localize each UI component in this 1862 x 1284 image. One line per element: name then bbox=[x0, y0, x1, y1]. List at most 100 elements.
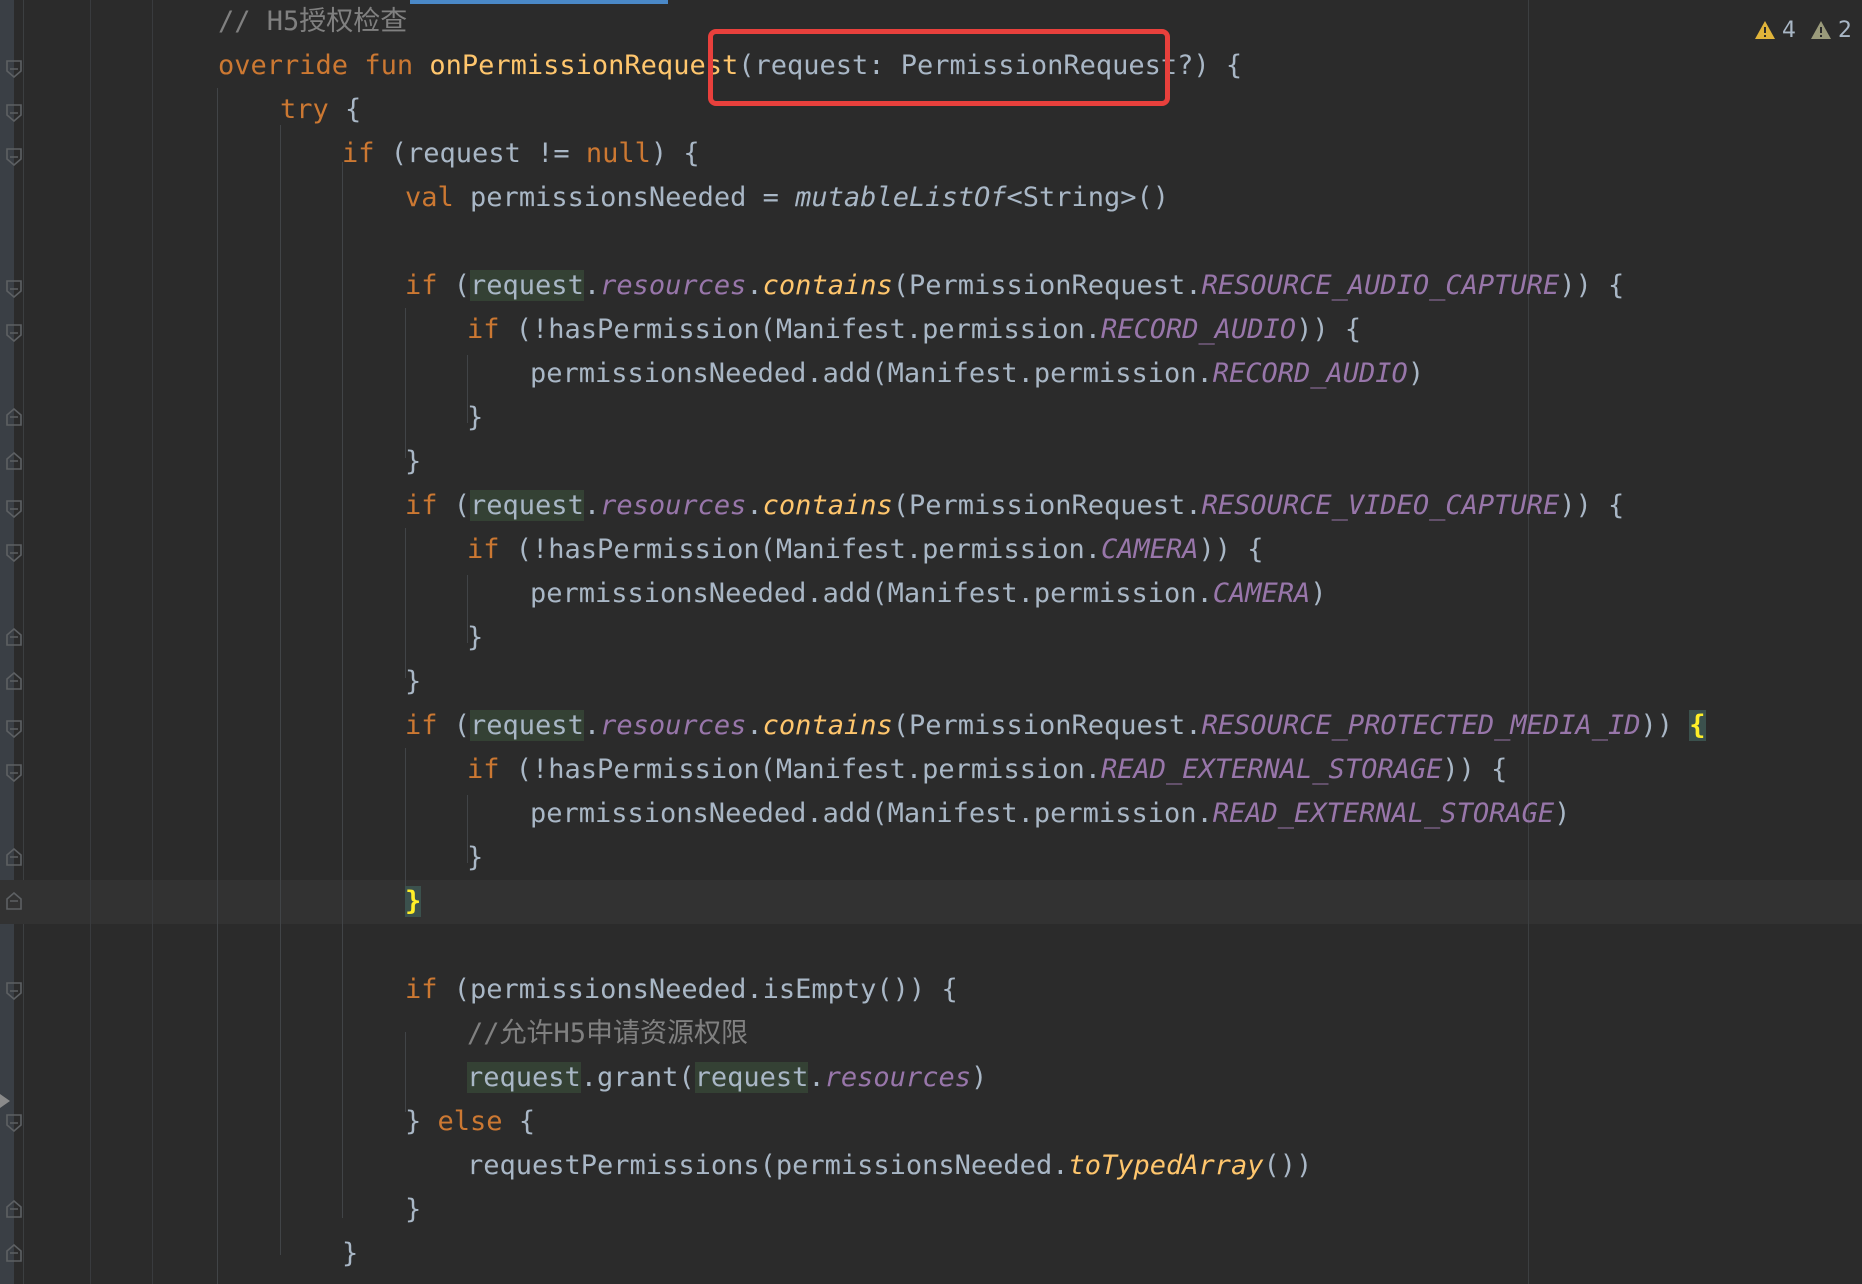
function-call: contains bbox=[762, 710, 893, 741]
code-line[interactable]: // H5授权检查 bbox=[218, 0, 407, 44]
constant: RECORD_AUDIO bbox=[1212, 358, 1408, 389]
fold-open-icon[interactable] bbox=[6, 982, 22, 1000]
indent-guide bbox=[405, 308, 406, 458]
code-line[interactable]: if (request.resources.contains(Permissio… bbox=[405, 704, 1706, 748]
keyword-if: if bbox=[405, 710, 438, 741]
constant: RESOURCE_VIDEO_CAPTURE bbox=[1201, 490, 1560, 521]
brace: } bbox=[405, 666, 422, 697]
fold-open-icon[interactable] bbox=[6, 280, 22, 298]
function-call: toTypedArray bbox=[1068, 1150, 1264, 1181]
fold-close-icon[interactable] bbox=[6, 848, 22, 866]
property: resources bbox=[600, 710, 747, 741]
code-text: } bbox=[405, 1106, 438, 1137]
fold-open-icon[interactable] bbox=[6, 544, 22, 562]
code-line[interactable]: permissionsNeeded.add(Manifest.permissio… bbox=[530, 572, 1327, 616]
keyword-if: if bbox=[467, 534, 500, 565]
code-line[interactable]: if (request.resources.contains(Permissio… bbox=[405, 264, 1624, 308]
code-text: permissionsNeeded = bbox=[470, 182, 796, 213]
variable-ref: request bbox=[470, 710, 584, 741]
code-line[interactable]: requestPermissions(permissionsNeeded.toT… bbox=[467, 1144, 1312, 1188]
code-line[interactable]: val permissionsNeeded = mutableListOf<St… bbox=[405, 176, 1169, 220]
function-call: mutableListOf bbox=[795, 182, 1007, 213]
brace: { bbox=[518, 1106, 536, 1137]
fold-close-icon[interactable] bbox=[6, 892, 22, 910]
fold-open-icon[interactable] bbox=[6, 148, 22, 166]
code-line[interactable]: } bbox=[342, 1232, 358, 1276]
code-text: )) { bbox=[1442, 754, 1508, 785]
keyword-if: if bbox=[405, 974, 438, 1005]
warnings-count: 4 bbox=[1782, 17, 1796, 43]
code-text: requestPermissions(permissionsNeeded. bbox=[467, 1150, 1069, 1181]
brace: { bbox=[345, 94, 362, 125]
fold-open-icon[interactable] bbox=[6, 104, 22, 122]
code-text: )) { bbox=[1559, 270, 1625, 301]
fold-open-icon[interactable] bbox=[6, 720, 22, 738]
keyword-override: override bbox=[218, 50, 349, 81]
code-line[interactable]: } bbox=[467, 616, 483, 660]
comment: //允许H5申请资源权限 bbox=[467, 1018, 749, 1049]
fold-open-icon[interactable] bbox=[6, 1114, 22, 1132]
comment: // H5授权检查 bbox=[218, 6, 408, 37]
constant: READ_EXTERNAL_STORAGE bbox=[1100, 754, 1443, 785]
code-text: )) { bbox=[1296, 314, 1362, 345]
code-line[interactable]: } else { bbox=[405, 1100, 535, 1144]
fold-close-icon[interactable] bbox=[6, 1200, 22, 1218]
weak-warnings-indicator[interactable]: 2 bbox=[1810, 18, 1852, 43]
fold-close-icon[interactable] bbox=[6, 628, 22, 646]
variable-ref: request bbox=[694, 1062, 809, 1093]
code-text: (!hasPermission(Manifest.permission. bbox=[515, 754, 1101, 785]
code-text: ) bbox=[1407, 358, 1425, 389]
fold-close-icon[interactable] bbox=[6, 408, 22, 426]
keyword-fun: fun bbox=[364, 50, 414, 81]
brace: } bbox=[467, 842, 484, 873]
code-text: permissionsNeeded.add(Manifest.permissio… bbox=[530, 358, 1213, 389]
keyword-if: if bbox=[405, 270, 438, 301]
code-line[interactable]: if (request != null) { bbox=[342, 132, 700, 176]
fold-open-icon[interactable] bbox=[6, 60, 22, 78]
indent-guide bbox=[405, 528, 406, 678]
constant: READ_EXTERNAL_STORAGE bbox=[1212, 798, 1555, 829]
code-line[interactable]: } bbox=[405, 440, 421, 484]
code-line[interactable]: } bbox=[467, 836, 483, 880]
code-line[interactable]: } bbox=[405, 660, 421, 704]
fold-close-icon[interactable] bbox=[6, 1244, 22, 1262]
right-margin-guide bbox=[1528, 0, 1529, 1284]
property: resources bbox=[824, 1062, 971, 1093]
code-line[interactable]: } bbox=[467, 396, 483, 440]
code-text: ) bbox=[970, 1062, 988, 1093]
constant: RESOURCE_AUDIO_CAPTURE bbox=[1201, 270, 1560, 301]
code-text: permissionsNeeded.add(Manifest.permissio… bbox=[530, 578, 1213, 609]
code-line[interactable]: //允许H5申请资源权限 bbox=[467, 1012, 748, 1056]
matched-brace: { bbox=[1689, 710, 1706, 741]
code-text: ()) bbox=[1263, 1150, 1313, 1181]
code-line[interactable]: if (request.resources.contains(Permissio… bbox=[405, 484, 1624, 528]
warnings-indicator[interactable]: 4 bbox=[1754, 18, 1796, 43]
inspections-widget[interactable]: 4 2 bbox=[1754, 14, 1852, 46]
fold-close-icon[interactable] bbox=[6, 452, 22, 470]
code-line[interactable]: if (!hasPermission(Manifest.permission.R… bbox=[467, 748, 1507, 792]
fold-open-icon[interactable] bbox=[6, 764, 22, 782]
code-editor[interactable]: 4 2 // H5授权检查 override fun onPermissionR… bbox=[0, 0, 1862, 1284]
function-call: contains bbox=[762, 270, 893, 301]
brace: } bbox=[467, 402, 484, 433]
warning-icon bbox=[1754, 20, 1776, 40]
code-text: ) bbox=[1554, 798, 1571, 829]
fold-open-icon[interactable] bbox=[6, 500, 22, 518]
code-text: (PermissionRequest. bbox=[892, 270, 1202, 301]
fold-close-icon[interactable] bbox=[6, 672, 22, 690]
code-line[interactable]: } bbox=[405, 880, 422, 924]
constant: CAMERA bbox=[1212, 578, 1311, 609]
code-line[interactable]: } bbox=[405, 1188, 421, 1232]
run-gutter-arrow-icon[interactable] bbox=[0, 1094, 10, 1108]
code-line[interactable]: try { bbox=[280, 88, 361, 132]
code-line[interactable]: if (!hasPermission(Manifest.permission.C… bbox=[467, 528, 1264, 572]
keyword-val: val bbox=[405, 182, 454, 213]
code-line[interactable]: if (!hasPermission(Manifest.permission.R… bbox=[467, 308, 1361, 352]
keyword-if: if bbox=[342, 138, 375, 169]
code-line[interactable]: request.grant(request.resources) bbox=[467, 1056, 987, 1100]
variable-ref: request bbox=[467, 1062, 581, 1093]
code-line[interactable]: if (permissionsNeeded.isEmpty()) { bbox=[405, 968, 958, 1012]
fold-open-icon[interactable] bbox=[6, 324, 22, 342]
code-line[interactable]: permissionsNeeded.add(Manifest.permissio… bbox=[530, 352, 1424, 396]
code-line[interactable]: permissionsNeeded.add(Manifest.permissio… bbox=[530, 792, 1570, 836]
